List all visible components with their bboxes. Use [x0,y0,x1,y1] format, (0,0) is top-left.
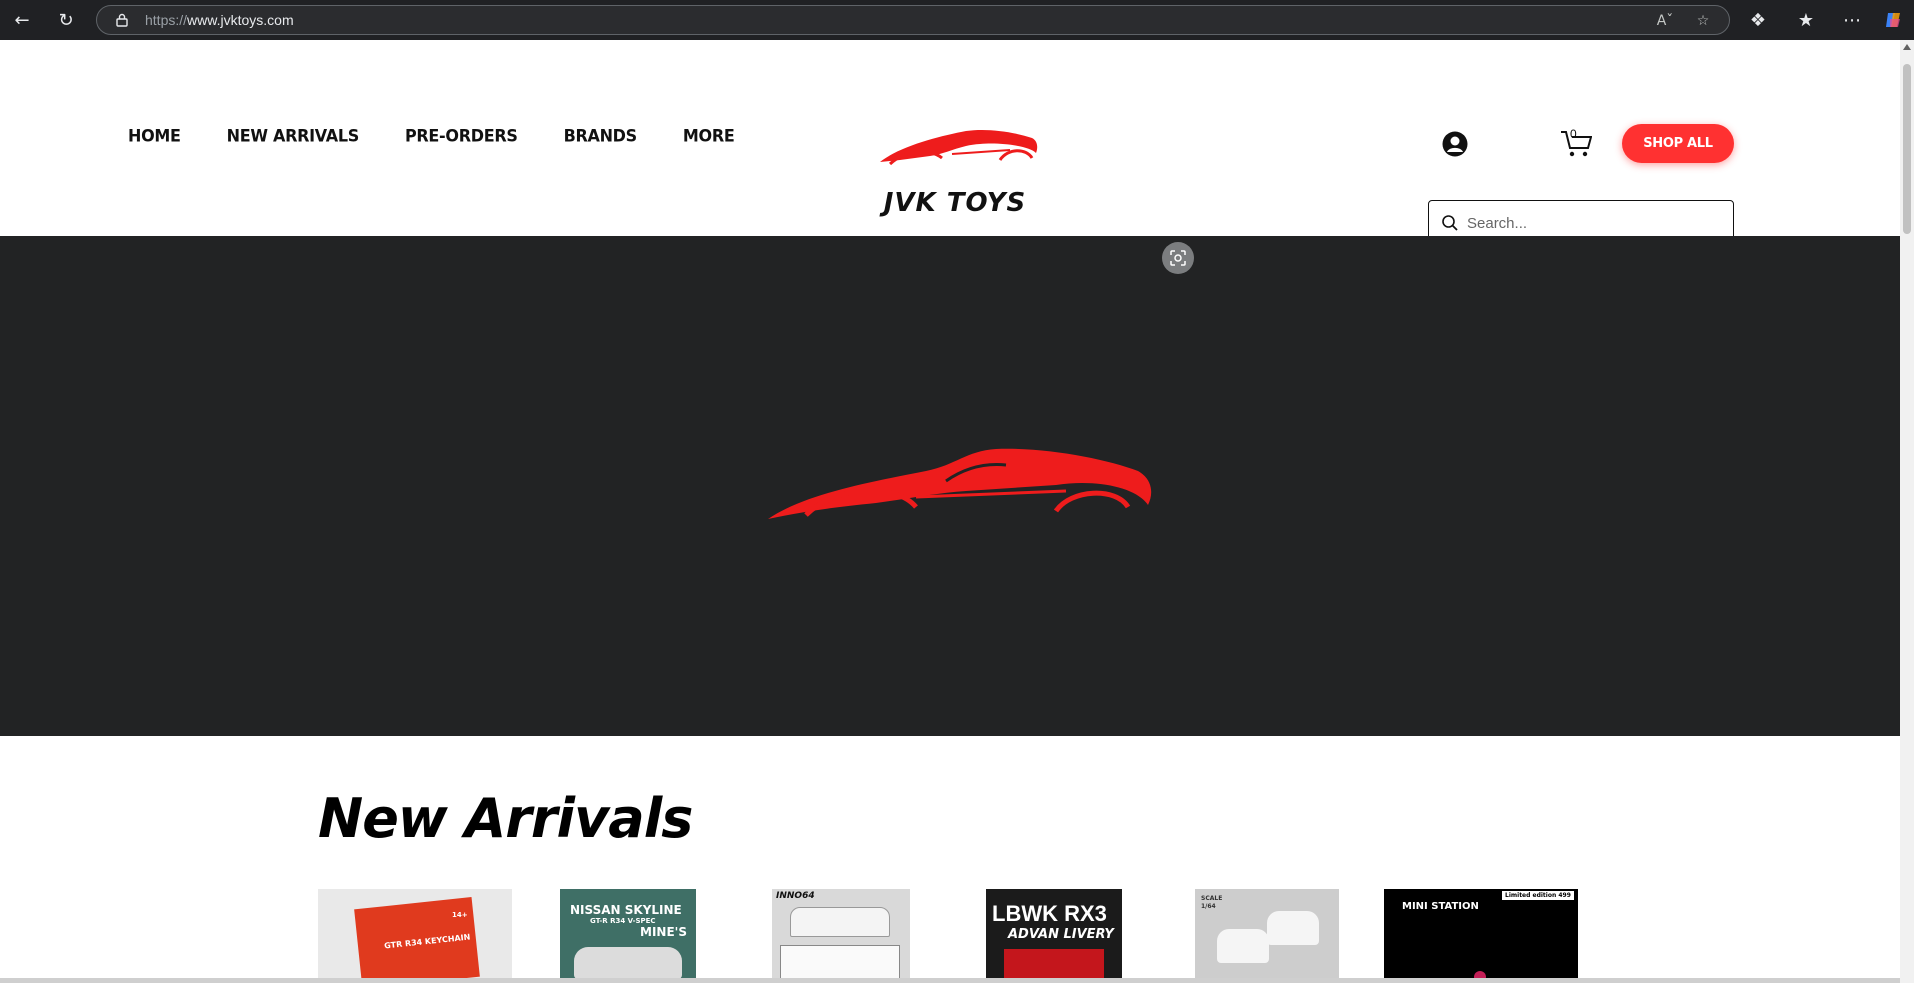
product-sub-6: Limited edition 499 [1502,891,1574,900]
product-badge-1: 14+ [452,911,468,919]
product-sub-4: ADVAN LIVERY [1008,927,1114,942]
page-scrollbar[interactable] [1900,40,1914,983]
site-header: HOME NEW ARRIVALS PRE-ORDERS BRANDS MORE… [0,40,1900,245]
nav-pre-orders[interactable]: PRE-ORDERS [405,125,518,146]
product-sub-2: GT-R R34 V-SPEC [590,917,656,925]
nav-brands[interactable]: BRANDS [564,125,638,146]
bottom-scrollbar-strip [0,978,1900,983]
browser-toolbar: ← ↻ https://www.jvktoys.com Aˇ ☆ ❖ ★ ⋯ [0,0,1914,40]
scroll-thumb[interactable] [1903,64,1911,234]
site-logo[interactable]: JVK TOYS [860,84,1050,224]
product-label-3: INNO64 [776,891,815,901]
url-scheme: https:// [145,12,188,28]
section-title: New Arrivals [318,787,693,850]
nav-new-arrivals[interactable]: NEW ARRIVALS [227,125,360,146]
lock-icon [116,13,128,27]
search-icon[interactable] [1441,214,1459,232]
product-image-2 [574,947,682,979]
read-aloud-icon[interactable]: Aˇ [1655,11,1675,31]
main-nav: HOME NEW ARRIVALS PRE-ORDERS BRANDS MORE [128,125,780,146]
url-text: https://www.jvktoys.com [145,12,294,28]
url-host: www.jvktoys.com [187,12,294,28]
favorites-icon[interactable]: ★ [1792,8,1820,32]
product-label-4: LBWK RX3 [992,901,1107,926]
product-label-2: NISSAN SKYLINE [570,903,682,917]
product-image-5a [1217,929,1269,963]
refresh-icon[interactable]: ↻ [52,8,80,32]
extensions-icon[interactable]: ❖ [1744,8,1772,32]
shop-all-button[interactable]: SHOP ALL [1622,124,1734,163]
product-card-3[interactable]: INNO64 [772,889,910,983]
product-extra-2: MINE'S [640,925,687,939]
hero-banner [0,236,1900,736]
scroll-up-arrow-icon[interactable] [1903,44,1911,50]
hero-car-logo [768,448,1152,519]
product-image-3a [790,907,890,937]
copilot-icon[interactable] [1880,8,1908,32]
back-icon[interactable]: ← [8,8,36,32]
logo-text: JVK TOYS [883,188,1027,218]
product-sub-5: 1/64 [1201,903,1216,910]
product-image-3b [780,945,900,979]
cart-count: 0 [1570,127,1577,141]
product-label-6: MINI STATION [1402,901,1479,912]
nav-more[interactable]: MORE [683,125,735,146]
address-bar[interactable]: https://www.jvktoys.com Aˇ ☆ [96,5,1730,35]
logo-car-icon [880,129,1038,166]
account-icon[interactable] [1442,131,1468,157]
product-card-6[interactable]: MINI STATION Limited edition 499 [1384,889,1578,983]
search-input[interactable] [1467,209,1723,237]
product-label-5: SCALE [1201,895,1223,902]
favorite-star-icon[interactable]: ☆ [1693,11,1713,31]
nav-home[interactable]: HOME [128,125,181,146]
product-card-1[interactable]: GTR R34 KEYCHAIN 14+ [318,889,512,983]
product-card-2[interactable]: NISSAN SKYLINE GT-R R34 V-SPEC MINE'S [560,889,696,983]
product-card-5[interactable]: SCALE 1/64 [1195,889,1339,983]
menu-dots-icon[interactable]: ⋯ [1838,8,1866,32]
product-image-5b [1267,911,1319,945]
product-card-4[interactable]: LBWK RX3 ADVAN LIVERY [986,889,1122,983]
visual-search-icon[interactable] [1162,242,1194,274]
